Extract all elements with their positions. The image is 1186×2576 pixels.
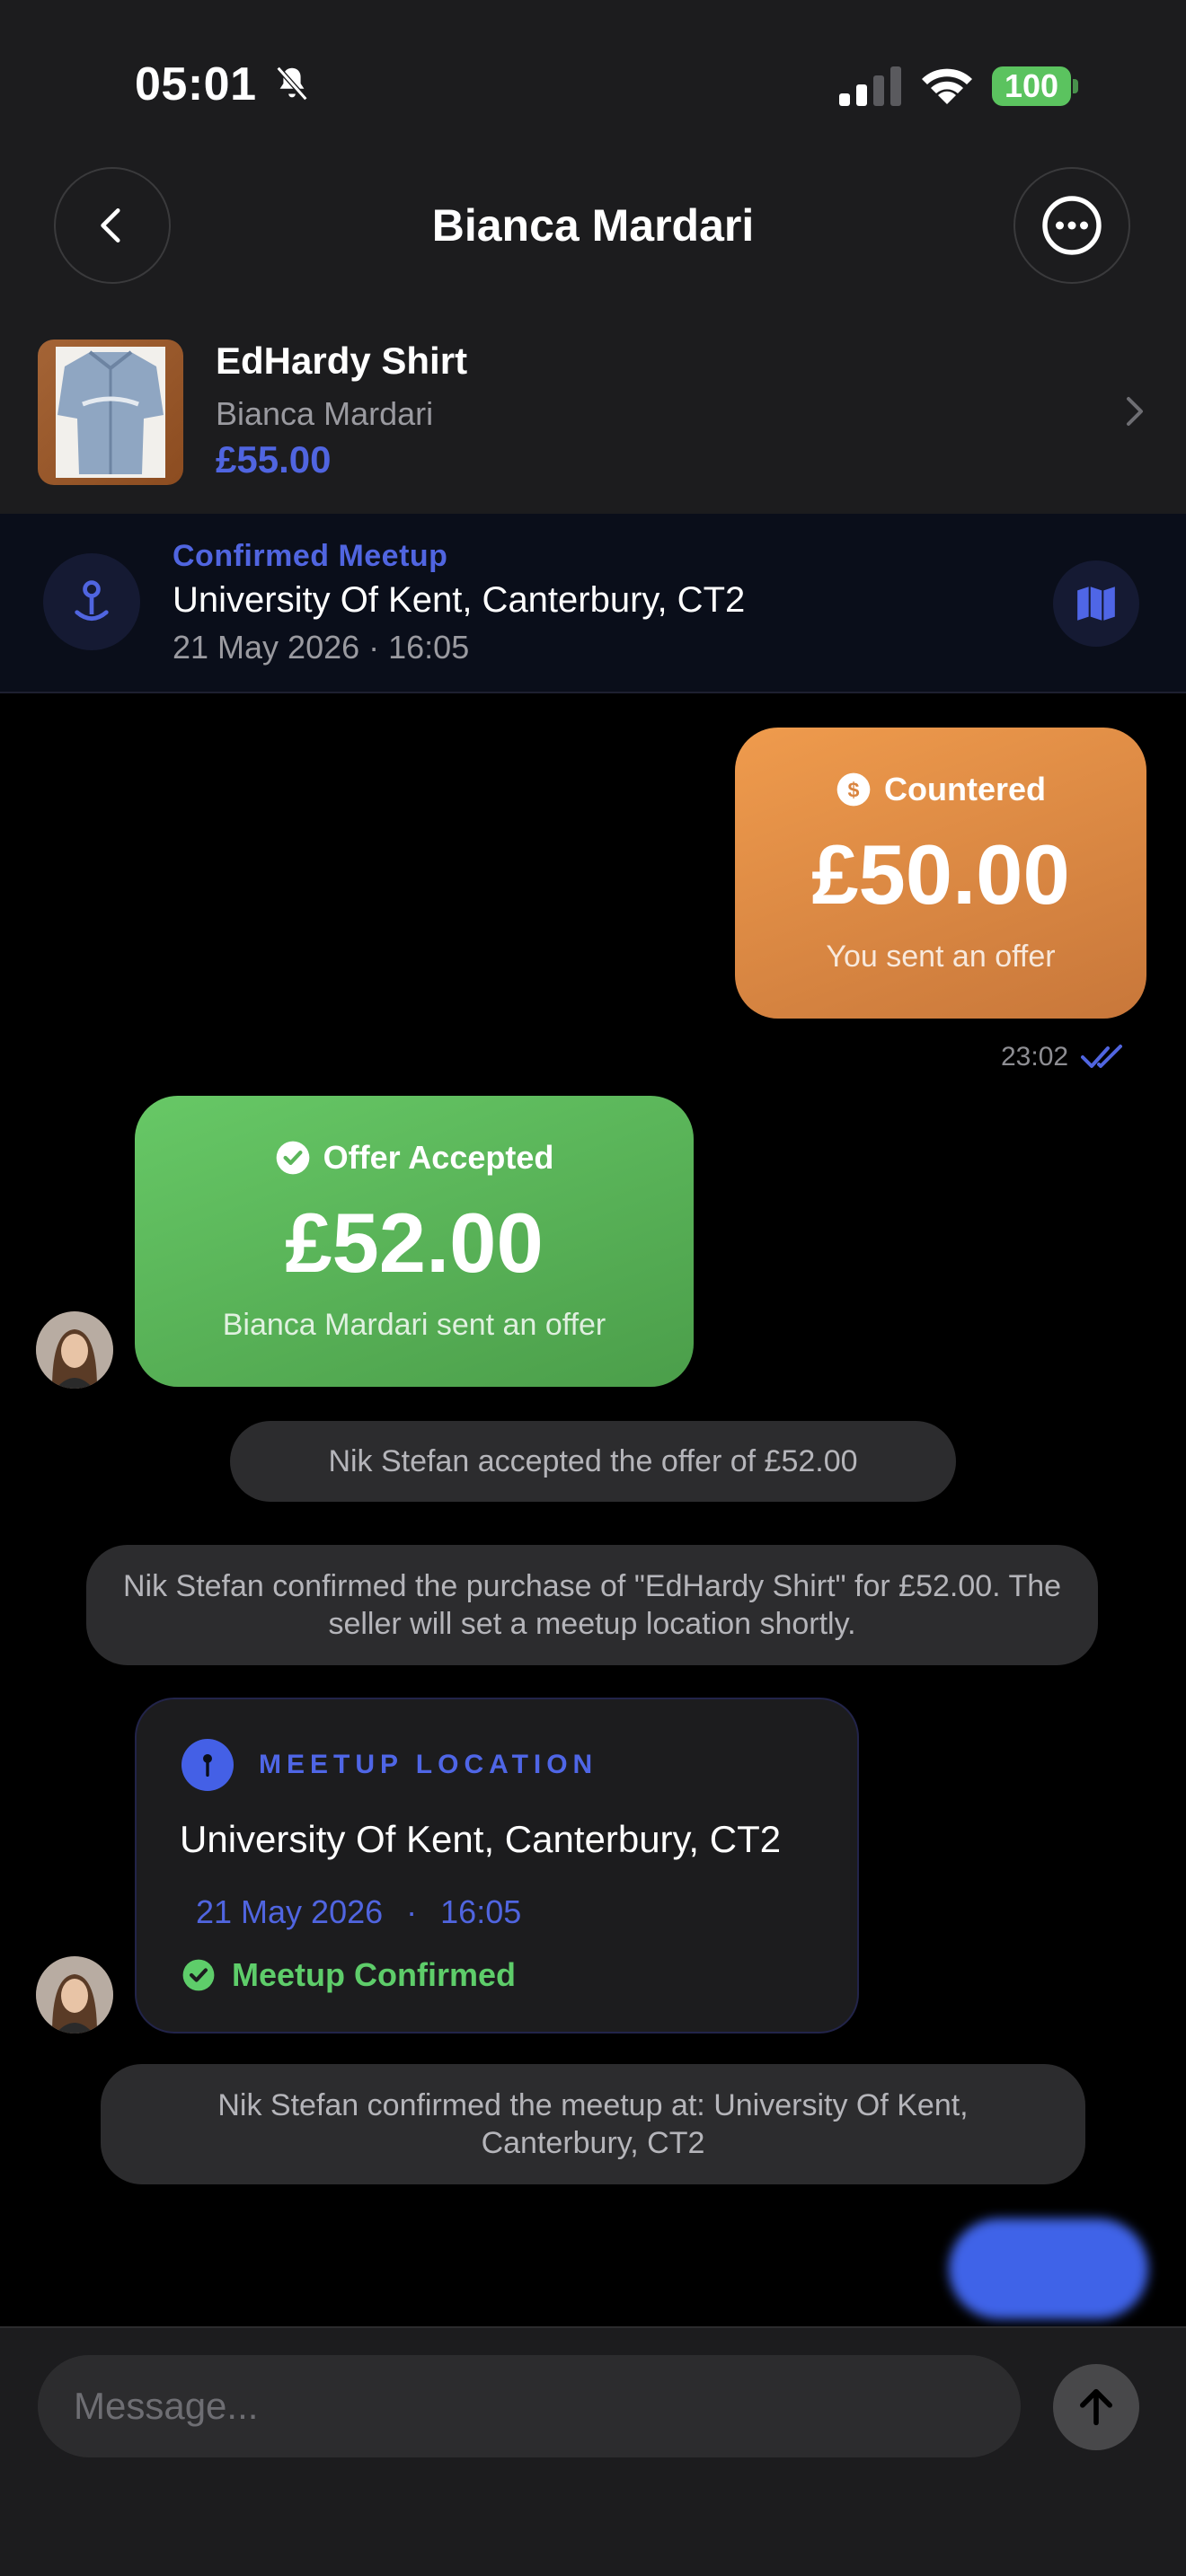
meetup-status-label: Meetup Confirmed [232,1956,517,1993]
listing-row[interactable]: EdHardy Shirt Bianca Mardari £55.00 [0,320,1186,512]
listing-seller: Bianca Mardari [216,395,434,432]
bell-slash-icon [276,66,308,101]
confirmed-meetup-banner[interactable]: Confirmed Meetup University Of Kent, Can… [0,514,1186,693]
countered-offer-bubble[interactable]: $ Countered £50.00 You sent an offer [735,728,1146,1019]
battery-level: 100 [992,66,1071,106]
map-icon [1077,587,1115,621]
offer-status: Countered [884,771,1046,807]
map-pin-icon [43,553,140,650]
meetup-place: University Of Kent, Canterbury, CT2 [180,1818,782,1860]
system-message: Nik Stefan accepted the offer of £52.00 [230,1421,956,1502]
arrow-up-icon [1080,2388,1112,2426]
currency-icon: $ [836,772,871,807]
composer [0,2326,1186,2576]
more-options-button[interactable] [1013,167,1130,284]
check-circle-icon [182,1959,215,1991]
offer-amount: £52.00 [285,1195,544,1290]
banner-place: University Of Kent, Canterbury, CT2 [173,580,746,620]
double-check-icon [1081,1045,1123,1068]
offer-subtitle: You sent an offer [826,940,1056,974]
listing-title: EdHardy Shirt [216,340,468,382]
message-time: 23:02 [1001,1042,1069,1072]
battery-icon: 100 [992,66,1078,106]
offer-subtitle: Bianca Mardari sent an offer [222,1308,606,1342]
open-map-button[interactable] [1053,560,1139,647]
avatar[interactable] [36,1956,113,2033]
accepted-offer-bubble[interactable]: Offer Accepted £52.00 Bianca Mardari sen… [135,1096,694,1387]
offer-amount: £50.00 [811,827,1070,922]
chevron-right-icon [1127,397,1143,426]
send-button[interactable] [1053,2364,1139,2450]
banner-label: Confirmed Meetup [173,539,448,573]
ellipsis-icon [1042,196,1102,255]
system-message: Nik Stefan confirmed the purchase of "Ed… [86,1545,1098,1665]
wifi-icon [922,68,972,104]
svg-text:$: $ [848,778,860,801]
check-circle-icon [276,1141,309,1175]
system-message: Nik Stefan confirmed the meetup at: Univ… [101,2064,1085,2184]
listing-thumbnail [38,340,183,485]
offer-status: Offer Accepted [323,1139,554,1176]
meetup-separator: · [406,1893,418,1930]
meetup-datetime: 21 May 2026 · 16:05 [196,1893,521,1931]
message-meta: 23:02 [1001,1042,1128,1072]
page-title: Bianca Mardari [431,200,755,251]
meetup-label: MEETUP LOCATION [259,1750,598,1779]
meetup-time: 16:05 [440,1893,522,1930]
meetup-status: Meetup Confirmed [181,1956,516,1994]
avatar[interactable] [36,1311,113,1389]
listing-price: £55.00 [216,438,332,481]
outgoing-message-bubble[interactable] [949,2219,1148,2319]
status-time: 05:01 [135,58,257,110]
signal-icon [839,66,901,106]
banner-datetime: 21 May 2026 · 16:05 [173,629,470,666]
map-pin-icon [181,1739,234,1791]
meetup-location-card[interactable]: MEETUP LOCATION University Of Kent, Cant… [135,1698,859,2033]
message-input[interactable] [38,2355,1021,2457]
meetup-date: 21 May 2026 [196,1893,384,1930]
